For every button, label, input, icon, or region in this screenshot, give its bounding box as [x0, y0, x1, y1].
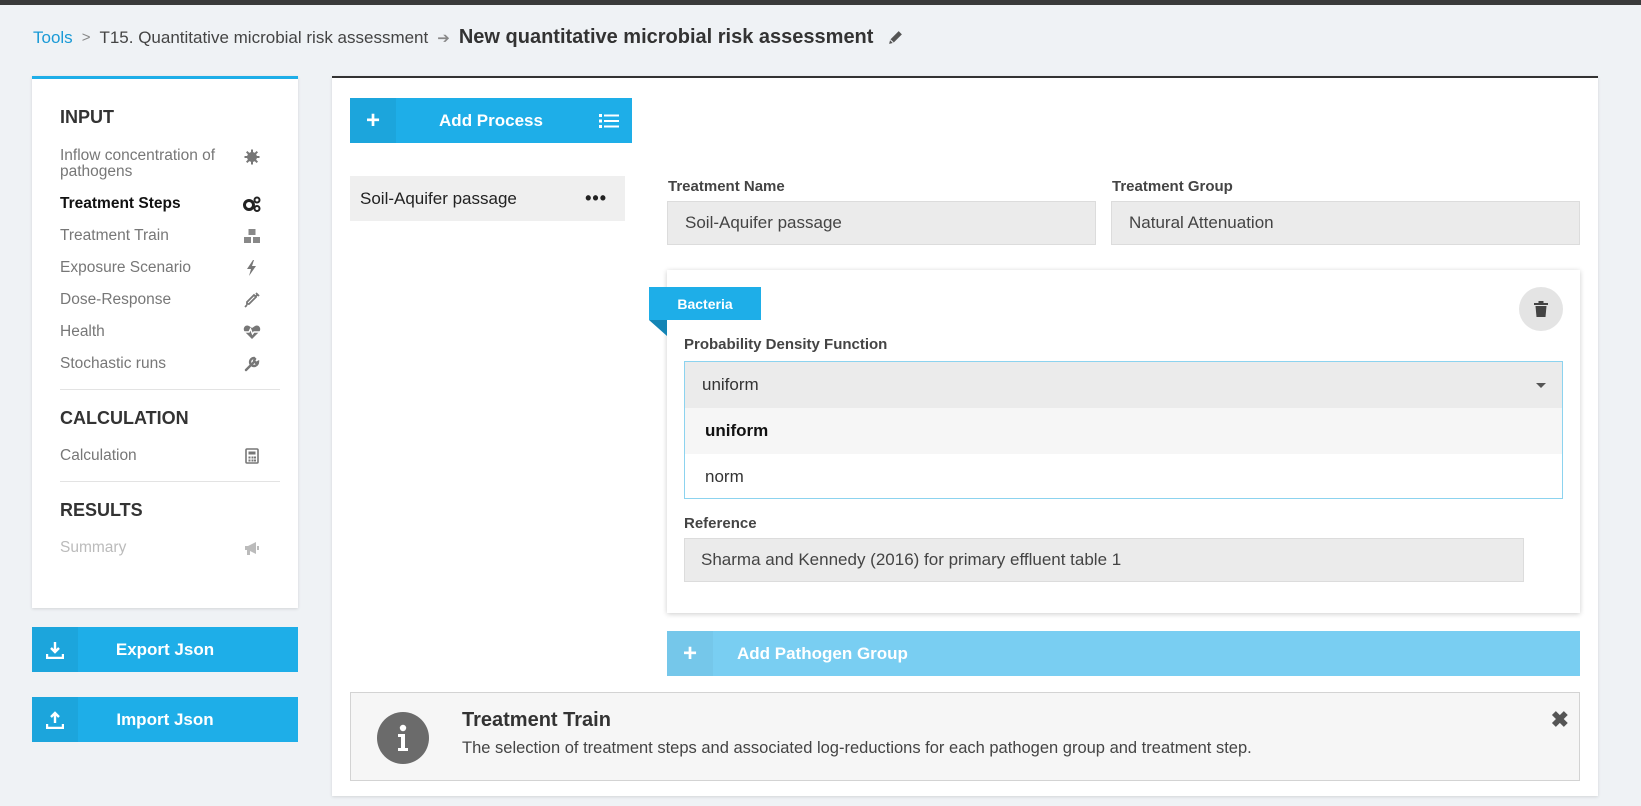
sidebar-item-label: Calculation — [60, 447, 137, 464]
sidebar-item-label: Summary — [60, 539, 127, 556]
divider — [60, 481, 280, 482]
caret-down-icon — [1536, 382, 1546, 388]
input-heading: INPUT — [60, 107, 114, 127]
sidebar-item-label: Stochastic runs — [60, 355, 166, 372]
trash-icon[interactable] — [1519, 287, 1563, 331]
pathogen-card: Bacteria Probability Density Function un… — [649, 270, 1580, 613]
megaphone-icon — [242, 539, 262, 556]
upload-icon — [32, 697, 78, 742]
process-item-label: Soil-Aquifer passage — [360, 188, 517, 208]
sidebar-item-label: Dose-Response — [60, 291, 172, 308]
wrench-icon — [242, 355, 262, 372]
chevron-right-icon: > — [81, 29, 91, 46]
breadcrumb: Tools > T15. Quantitative microbial risk… — [33, 26, 904, 49]
sidebar-item-treatment-train[interactable]: Treatment Train — [60, 227, 280, 259]
close-icon[interactable]: ✖ — [1551, 707, 1569, 733]
export-json-label: Export Json — [115, 639, 215, 659]
sidebar-item-label: Exposure Scenario — [60, 259, 191, 276]
export-json-button[interactable]: Export Json — [32, 627, 298, 672]
sidebar: INPUT Inflow concentration of pathogens … — [32, 76, 298, 608]
info-icon — [377, 712, 429, 764]
calculator-icon — [242, 447, 262, 464]
sidebar-item-label: Treatment Train — [60, 227, 169, 244]
sidebar-item-treatment-steps[interactable]: Treatment Steps — [60, 195, 280, 227]
heartbeat-icon — [242, 323, 262, 340]
info-title: Treatment Train — [462, 709, 611, 731]
cubes-icon — [242, 227, 262, 244]
treatment-group-label: Treatment Group — [1112, 178, 1233, 195]
breadcrumb-tool[interactable]: T15. Quantitative microbial risk assessm… — [99, 28, 428, 48]
add-process-button[interactable]: + Add Process — [350, 98, 632, 143]
sidebar-item-stochastic-runs[interactable]: Stochastic runs — [60, 355, 280, 387]
pdf-selected-value: uniform — [702, 375, 759, 394]
process-list-item[interactable]: Soil-Aquifer passage ••• — [350, 176, 625, 221]
ribbon-fold — [649, 320, 667, 336]
pdf-option[interactable]: uniform — [685, 408, 1562, 454]
sidebar-item-inflow[interactable]: Inflow concentration of pathogens — [60, 148, 280, 195]
sidebar-item-summary[interactable]: Summary — [60, 539, 280, 571]
syringe-icon — [242, 291, 262, 308]
treatment-name-label: Treatment Name — [668, 178, 785, 195]
breadcrumb-tools-link[interactable]: Tools — [33, 28, 73, 48]
sidebar-item-label: Health — [60, 323, 105, 340]
pdf-select[interactable]: uniform uniform norm — [684, 361, 1563, 499]
import-json-label: Import Json — [116, 709, 214, 729]
sidebar-item-dose-response[interactable]: Dose-Response — [60, 291, 280, 323]
sidebar-item-label: Inflow concentration of pathogens — [60, 147, 216, 180]
plus-icon: + — [667, 631, 713, 676]
pencil-icon[interactable] — [887, 29, 904, 46]
results-heading: RESULTS — [60, 500, 143, 520]
info-text: The selection of treatment steps and ass… — [462, 739, 1252, 757]
import-json-button[interactable]: Import Json — [32, 697, 298, 742]
divider — [60, 389, 280, 390]
sidebar-item-exposure-scenario[interactable]: Exposure Scenario — [60, 259, 280, 291]
treatment-group-input[interactable]: Natural Attenuation — [1111, 201, 1580, 245]
add-pathogen-group-button[interactable]: + Add Pathogen Group — [667, 631, 1580, 676]
gears-icon — [242, 195, 262, 212]
pdf-select-current[interactable]: uniform — [685, 362, 1562, 408]
top-bar — [0, 0, 1641, 5]
pdf-label: Probability Density Function — [684, 336, 888, 353]
add-process-label: Add Process — [439, 110, 543, 130]
plus-icon: + — [350, 98, 396, 143]
list-icon[interactable] — [586, 113, 632, 129]
page-title: New quantitative microbial risk assessme… — [458, 26, 874, 48]
pathogen-tag: Bacteria — [649, 287, 761, 320]
reference-input[interactable]: Sharma and Kennedy (2016) for primary ef… — [684, 538, 1524, 582]
bolt-icon — [242, 259, 262, 276]
calculation-heading: CALCULATION — [60, 408, 189, 428]
sidebar-item-health[interactable]: Health — [60, 323, 280, 355]
reference-label: Reference — [684, 515, 757, 532]
info-box: Treatment Train The selection of treatme… — [350, 692, 1580, 781]
sidebar-item-label: Treatment Steps — [60, 195, 181, 212]
sidebar-item-calculation[interactable]: Calculation — [60, 447, 280, 479]
arrow-right-icon: ➔ — [437, 29, 450, 47]
main-panel: + Add Process Soil-Aquifer passage ••• T… — [332, 76, 1598, 796]
add-pathogen-label: Add Pathogen Group — [737, 643, 908, 663]
pdf-option[interactable]: norm — [685, 454, 1562, 500]
treatment-name-input[interactable]: Soil-Aquifer passage — [667, 201, 1096, 245]
sun-gear-icon — [242, 148, 262, 165]
download-icon — [32, 627, 78, 672]
more-options-icon[interactable]: ••• — [585, 188, 607, 209]
